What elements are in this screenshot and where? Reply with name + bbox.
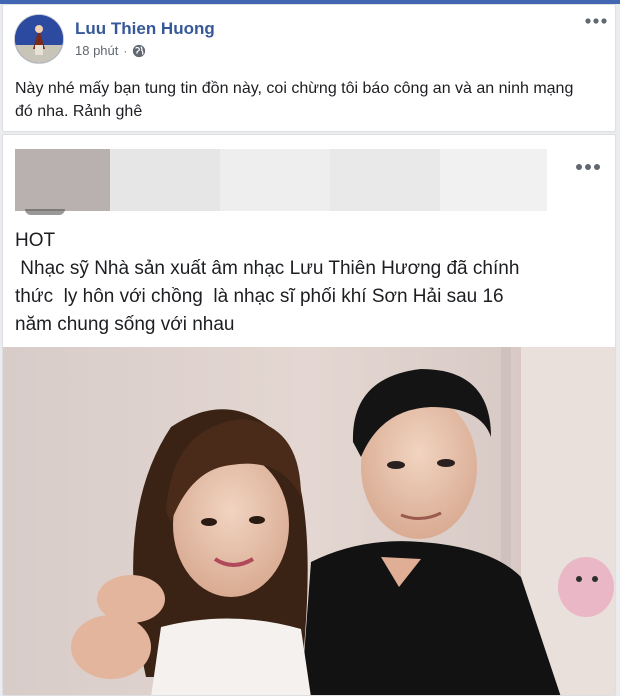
author-avatar[interactable] <box>15 15 63 63</box>
separator-dot: · <box>123 43 128 58</box>
post-time[interactable]: 18 phút <box>75 43 118 58</box>
post-card: Luu Thien Huong 18 phút · Này nhé mấy bạ… <box>2 4 616 132</box>
post-meta: 18 phút · <box>75 43 146 58</box>
shared-text-line: thức ly hôn với chồng là nhạc sĩ phối kh… <box>15 286 504 307</box>
author-name[interactable]: Luu Thien Huong <box>75 19 215 39</box>
blurred-header <box>15 149 547 211</box>
shared-text-line: HOT <box>15 230 56 251</box>
shared-photo[interactable] <box>2 347 615 696</box>
blurred-avatar <box>25 209 65 215</box>
post-text: Này nhé mấy bạn tung tin đồn này, coi ch… <box>15 80 574 120</box>
avatar-image <box>15 15 63 63</box>
shared-text-line: năm chung sống với nhau <box>15 314 235 335</box>
more-options-icon[interactable] <box>585 17 607 25</box>
shared-text-line: Nhạc sỹ Nhà sản xuất âm nhạc Lưu Thiên H… <box>15 258 520 279</box>
shared-post-text: HOT Nhạc sỹ Nhà sản xuất âm nhạc Lưu Thi… <box>15 227 605 339</box>
more-options-icon[interactable] <box>575 163 601 171</box>
globe-icon[interactable] <box>132 44 146 58</box>
shared-post-card: HOT Nhạc sỹ Nhà sản xuất âm nhạc Lưu Thi… <box>2 134 616 696</box>
